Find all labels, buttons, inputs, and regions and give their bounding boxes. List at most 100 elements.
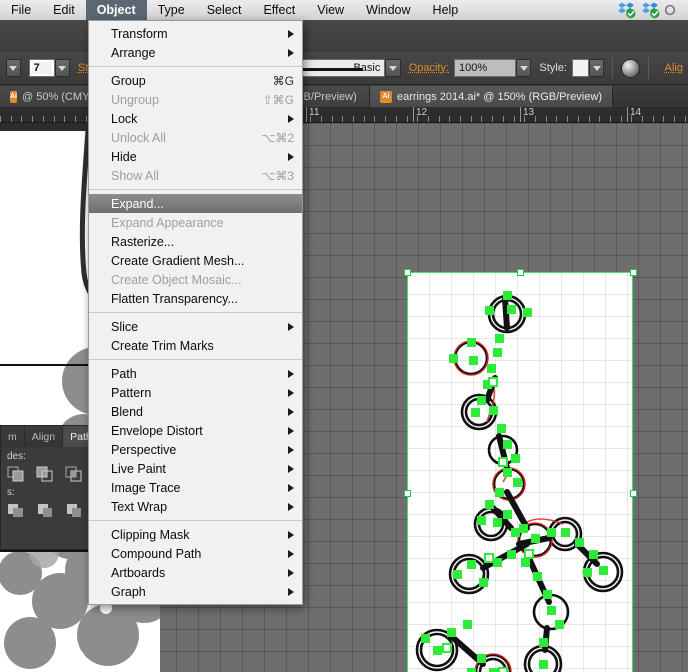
menu-item-label: Create Trim Marks: [111, 338, 214, 353]
trim-button[interactable]: [36, 500, 55, 519]
menu-item-image-trace[interactable]: Image Trace: [89, 478, 302, 497]
ai-document-icon: Ai: [380, 90, 392, 103]
menu-item-label: Pattern: [111, 385, 152, 400]
dropbox-icon[interactable]: [641, 1, 660, 19]
menu-object[interactable]: Object: [85, 0, 147, 20]
ruler-tick: [321, 116, 322, 122]
style-label: Style:: [539, 62, 567, 74]
ruler-tick: [342, 116, 343, 122]
menu-file[interactable]: File: [0, 0, 42, 20]
object-dropdown-menu[interactable]: Transform Arrange Group ⌘G Ungroup ⇧⌘G Lock Unl…: [88, 20, 303, 605]
ruler-tick: [449, 116, 450, 122]
vector-artwork[interactable]: [407, 272, 633, 672]
menu-item-label: Artboards: [111, 565, 166, 580]
pathfinder-panel[interactable]: m Align Pathf des: s:: [0, 425, 103, 550]
menu-item-envelope-distort[interactable]: Envelope Distort: [89, 421, 302, 440]
selection-handle[interactable]: [404, 269, 411, 276]
menu-item-text-wrap[interactable]: Text Wrap: [89, 497, 302, 516]
menu-item-label: Image Trace: [111, 480, 181, 495]
menu-separator: [89, 312, 302, 313]
selection-handle[interactable]: [630, 269, 637, 276]
ruler-label: 14: [630, 107, 642, 118]
menu-item-compound-path[interactable]: Compound Path: [89, 544, 302, 563]
menu-item-label: Slice: [111, 319, 139, 334]
intersect-button[interactable]: [65, 464, 84, 483]
menu-extras-icon[interactable]: [665, 1, 684, 19]
menu-window[interactable]: Window: [355, 0, 421, 20]
ruler-tick: [21, 116, 22, 122]
stroke-profile-dropdown[interactable]: [385, 59, 401, 77]
menu-item-transform[interactable]: Transform: [89, 24, 302, 43]
opacity-input[interactable]: 100%: [454, 59, 517, 77]
menu-item-label: Lock: [111, 111, 138, 126]
opacity-dropdown[interactable]: [516, 59, 532, 77]
graphic-style-icon[interactable]: [621, 58, 640, 78]
menu-item-expand[interactable]: Expand...: [89, 194, 302, 213]
menu-item-arrange[interactable]: Arrange: [89, 43, 302, 62]
menu-item-live-paint[interactable]: Live Paint: [89, 459, 302, 478]
align-label[interactable]: Alig: [665, 62, 683, 74]
graphic-style-swatch[interactable]: [571, 59, 590, 77]
submenu-arrow-icon: [288, 426, 294, 435]
menu-item-path[interactable]: Path: [89, 364, 302, 383]
menu-item-artboards[interactable]: Artboards: [89, 563, 302, 582]
ruler-tick: [385, 116, 386, 122]
menu-item-graph[interactable]: Graph: [89, 582, 302, 601]
menu-item-show-all: Show All ⌥⌘3: [89, 166, 302, 185]
unite-button[interactable]: [7, 464, 26, 483]
ruler-tick: [653, 116, 654, 122]
divide-button[interactable]: [7, 500, 26, 519]
menu-item-slice[interactable]: Slice: [89, 317, 302, 336]
ruler-tick: [86, 116, 87, 122]
menu-item-lock[interactable]: Lock: [89, 109, 302, 128]
selection-handle[interactable]: [404, 490, 411, 497]
menu-item-group[interactable]: Group ⌘G: [89, 71, 302, 90]
menu-item-flatten-transparency[interactable]: Flatten Transparency...: [89, 289, 302, 308]
ruler-tick: [471, 116, 472, 122]
ruler-tick: [43, 116, 44, 122]
menubar-status-area: [617, 1, 688, 19]
ruler-tick: [11, 116, 12, 122]
menu-item-create-gradient-mesh[interactable]: Create Gradient Mesh...: [89, 251, 302, 270]
menu-item-rasterize[interactable]: Rasterize...: [89, 232, 302, 251]
submenu-arrow-icon: [288, 587, 294, 596]
menu-item-label: Transform: [111, 26, 168, 41]
menu-item-label: Envelope Distort: [111, 423, 203, 438]
selection-handle[interactable]: [630, 490, 637, 497]
menu-item-shortcut: ⌘G: [272, 73, 294, 88]
menu-effect[interactable]: Effect: [252, 0, 306, 20]
opacity-label[interactable]: Opacity:: [409, 62, 449, 74]
stroke-weight-input[interactable]: 7: [28, 59, 55, 77]
minus-front-button[interactable]: [36, 464, 55, 483]
menu-item-pattern[interactable]: Pattern: [89, 383, 302, 402]
menu-item-label: Rasterize...: [111, 234, 175, 249]
menu-help[interactable]: Help: [422, 0, 470, 20]
style-dropdown[interactable]: [589, 59, 605, 77]
menu-item-perspective[interactable]: Perspective: [89, 440, 302, 459]
panel-tab-align[interactable]: Align: [24, 426, 64, 447]
menu-item-label: Expand...: [111, 196, 164, 211]
ruler-tick: [514, 116, 515, 122]
stroke-profile-select[interactable]: Basic: [293, 59, 386, 77]
stroke-color-dropdown[interactable]: [5, 59, 22, 77]
menu-item-expand-appearance: Expand Appearance: [89, 213, 302, 232]
ruler-tick: [642, 116, 643, 122]
merge-button[interactable]: [65, 500, 84, 519]
panel-tab-transform[interactable]: m: [1, 426, 25, 447]
selection-handle[interactable]: [517, 269, 524, 276]
menu-item-clipping-mask[interactable]: Clipping Mask: [89, 525, 302, 544]
menu-item-create-trim-marks[interactable]: Create Trim Marks: [89, 336, 302, 355]
document-tab-active[interactable]: Ai earrings 2014.ai* @ 150% (RGB/Preview…: [370, 86, 613, 107]
stroke-weight-dropdown[interactable]: [54, 59, 70, 77]
menu-type[interactable]: Type: [147, 0, 196, 20]
ruler-label: 11: [309, 107, 320, 118]
ruler-tick: [621, 116, 622, 122]
menu-view[interactable]: View: [306, 0, 355, 20]
menu-item-hide[interactable]: Hide: [89, 147, 302, 166]
menu-item-blend[interactable]: Blend: [89, 402, 302, 421]
ruler-tick: [54, 116, 55, 122]
ruler-tick: [546, 116, 547, 122]
menu-select[interactable]: Select: [196, 0, 253, 20]
dropbox-icon[interactable]: [617, 1, 636, 19]
menu-edit[interactable]: Edit: [42, 0, 86, 20]
